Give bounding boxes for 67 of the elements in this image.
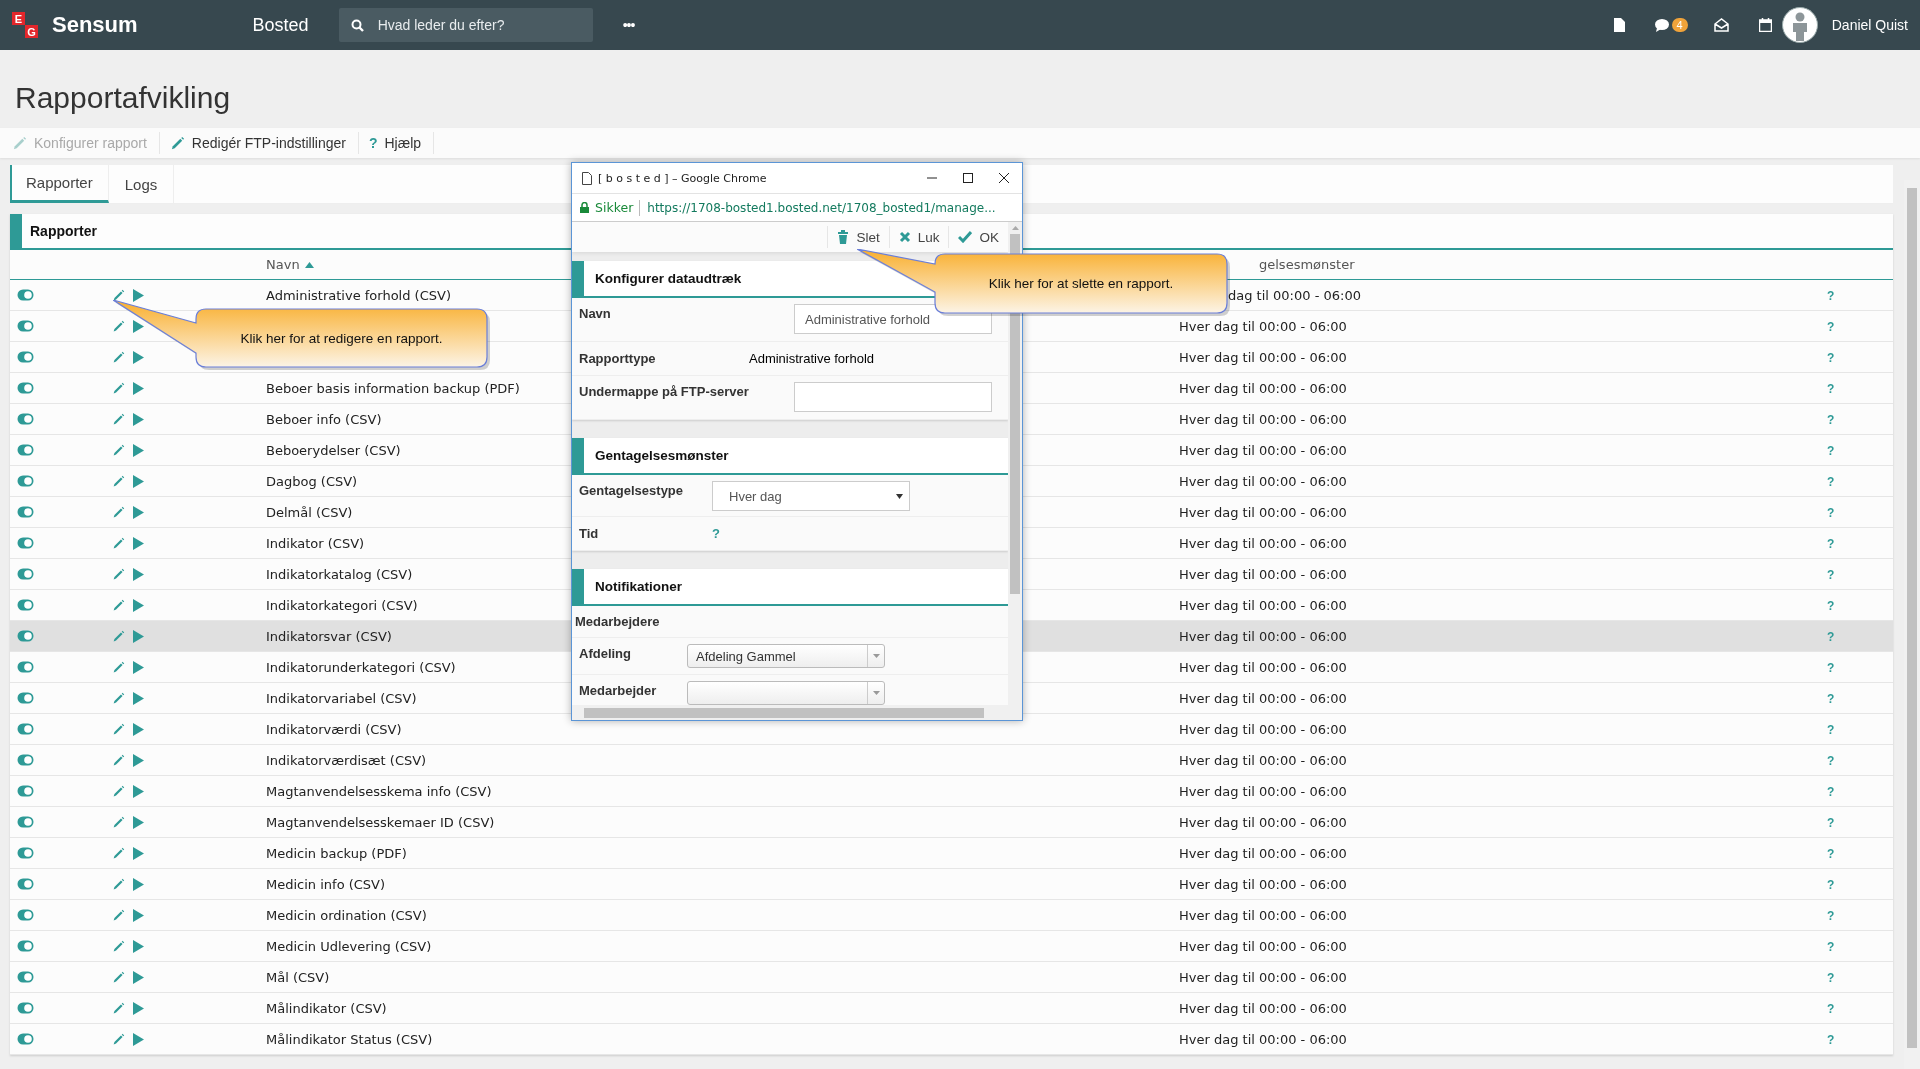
table-cell: Hver dag til 00:00 - 06:00 bbox=[1179, 876, 1347, 892]
table-cell: Hver dag til 00:00 - 06:00 bbox=[1179, 907, 1347, 923]
table-cell: Hver dag til 00:00 - 06:00 bbox=[1179, 628, 1347, 644]
table-cell: Dagbog (CSV) bbox=[266, 473, 358, 489]
table-cell: Mål (CSV) bbox=[266, 969, 330, 985]
table-cell: Hver dag til 00:00 - 06:00 bbox=[1179, 349, 1347, 365]
table-cell: Medicin backup (PDF) bbox=[266, 845, 407, 861]
table-cell: Hver dag til 00:00 - 06:00 bbox=[1179, 380, 1347, 396]
table-cell: Delmål (CSV) bbox=[266, 504, 353, 520]
field-value: Administrative forhold bbox=[749, 351, 874, 366]
table-cell: Indikatorværdisæt (CSV) bbox=[266, 752, 427, 768]
table-cell: Hver dag til 00:00 - 06:00 bbox=[1179, 938, 1347, 954]
table-cell: Medicin info (CSV) bbox=[266, 876, 386, 892]
table-cell: Beboerydelser (CSV) bbox=[266, 442, 401, 458]
field-label: Medarbejder bbox=[579, 683, 657, 698]
table-cell: Indikatorunderkategori (CSV) bbox=[266, 659, 456, 675]
table-cell: Hver dag til 00:00 - 06:00 bbox=[1179, 442, 1347, 458]
table-cell: Hver dag til 00:00 - 06:00 bbox=[1179, 318, 1347, 334]
table-cell: Målindikator Status (CSV) bbox=[266, 1031, 433, 1047]
table-cell: Hver dag til 00:00 - 06:00 bbox=[1179, 504, 1347, 520]
table-cell: Hver dag til 00:00 - 06:00 bbox=[1179, 411, 1347, 427]
table-cell: Hver dag til 00:00 - 06:00 bbox=[1179, 845, 1347, 861]
table-cell: Medicin Udlevering (CSV) bbox=[266, 938, 432, 954]
table-cell: Indikator (CSV) bbox=[266, 535, 365, 551]
table-cell: Indikatorsvar (CSV) bbox=[266, 628, 392, 644]
field-label: Navn bbox=[579, 306, 611, 321]
table-cell: Hver dag til 00:00 - 06:00 bbox=[1179, 597, 1347, 613]
table-cell: Hver dag til 00:00 - 06:00 bbox=[1179, 969, 1347, 985]
section-title: Gentagelsesmønster bbox=[595, 448, 729, 463]
field-label: Undermappe på FTP-server bbox=[579, 384, 749, 399]
app-name: Sensum bbox=[52, 12, 138, 38]
table-cell: Indikatorvariabel (CSV) bbox=[266, 690, 417, 706]
table-cell: Hver dag til 00:00 - 06:00 bbox=[1179, 473, 1347, 489]
field-label: Tid bbox=[579, 526, 599, 541]
table-cell: Hver dag til 00:00 - 06:00 bbox=[1179, 535, 1347, 551]
table-cell: Hver dag til 00:00 - 06:00 bbox=[1179, 690, 1347, 706]
table-cell: Magtanvendelsesskema info (CSV) bbox=[266, 783, 492, 799]
table-cell: Indikatorværdi (CSV) bbox=[266, 721, 402, 737]
table-cell: Indikatorkatalog (CSV) bbox=[266, 566, 413, 582]
table-cell: Hver dag til 00:00 - 06:00 bbox=[1179, 566, 1347, 582]
panel-title: Rapporter bbox=[30, 223, 97, 239]
table-cell: dag til 00:00 - 06:00 bbox=[1228, 287, 1361, 303]
section-title: Konfigurer dataudtræk bbox=[595, 271, 742, 286]
field-label: Rapporttype bbox=[579, 351, 656, 366]
help-icon: ? bbox=[368, 135, 378, 151]
table-cell: Beboer info (CSV) bbox=[266, 411, 382, 427]
table-cell: Hver dag til 00:00 - 06:00 bbox=[1179, 659, 1347, 675]
table-cell: Hver dag til 00:00 - 06:00 bbox=[1179, 721, 1347, 737]
table-cell: Hver dag til 00:00 - 06:00 bbox=[1179, 1000, 1347, 1016]
security-label: Sikker bbox=[595, 200, 634, 215]
table-cell: Hver dag til 00:00 - 06:00 bbox=[1179, 752, 1347, 768]
table-cell: Hver dag til 00:00 - 06:00 bbox=[1179, 783, 1347, 799]
callout-tooltip: Klik her for at redigere en rapport. bbox=[113, 300, 491, 371]
subsection-title: Medarbejdere bbox=[572, 606, 1008, 638]
table-cell: Magtanvendelsesskemaer ID (CSV) bbox=[266, 814, 495, 830]
table-cell: Beboer basis information backup (PDF) bbox=[266, 380, 520, 396]
notification-badge: 4 bbox=[1671, 18, 1688, 32]
table-cell: Målindikator (CSV) bbox=[266, 1000, 387, 1016]
window-title: [ b o s t e d ] – Google Chrome bbox=[598, 171, 767, 185]
table-cell: Hver dag til 00:00 - 06:00 bbox=[1179, 1031, 1347, 1047]
table-cell: Administrative forhold (CSV) bbox=[266, 287, 451, 303]
page-title: Rapportafvikling bbox=[14, 80, 232, 116]
field-label: Gentagelsestype bbox=[579, 483, 684, 498]
table-cell: Indikatorkategori (CSV) bbox=[266, 597, 418, 613]
field-label: Afdeling bbox=[579, 646, 631, 661]
table-cell: Medicin ordination (CSV) bbox=[266, 907, 427, 923]
table-cell: Hver dag til 00:00 - 06:00 bbox=[1179, 814, 1347, 830]
